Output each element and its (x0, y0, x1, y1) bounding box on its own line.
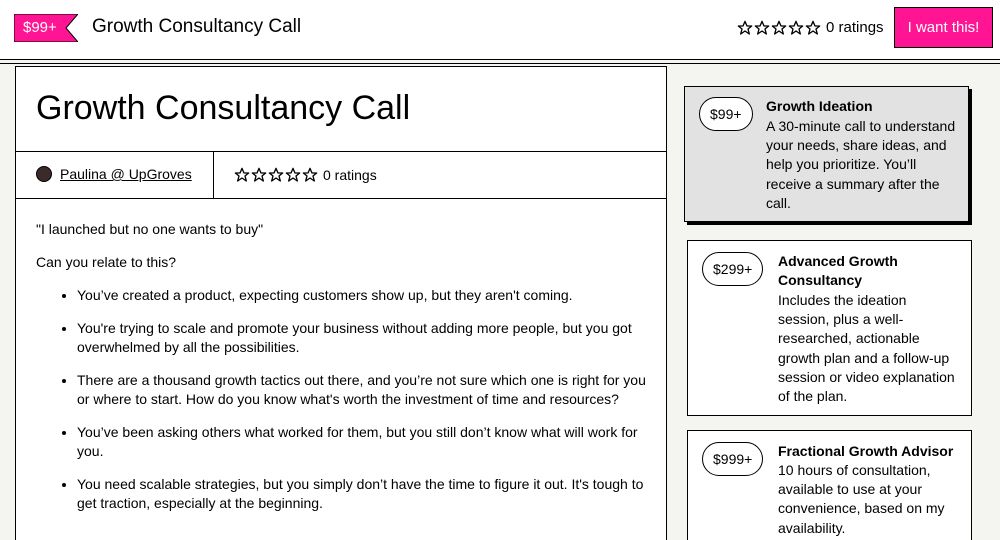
list-item: There are a thousand growth tactics out … (77, 371, 648, 409)
i-want-this-button[interactable]: I want this! (894, 7, 993, 48)
tier-description: A 30-minute call to understand your need… (766, 118, 956, 211)
product-rating: 0 ratings (234, 167, 377, 183)
product-card: Growth Consultancy Call Paulina @ UpGrov… (15, 66, 667, 540)
tier-name: Advanced Growth Consultancy (778, 253, 898, 288)
header-title: Growth Consultancy Call (92, 16, 302, 37)
description-paragraph: "I launched but no one wants to buy" (36, 221, 264, 237)
tier-option-growth-ideation[interactable]: $99+ Growth Ideation A 30-minute call to… (684, 86, 969, 222)
description-paragraph: Can you relate to this? (36, 254, 177, 270)
list-item: You’ve created a product, expecting cust… (77, 286, 648, 305)
tier-description: Includes the ideation session, plus a we… (778, 292, 955, 405)
tier-price: $999+ (702, 442, 764, 476)
rating-stars-icon (737, 20, 821, 36)
header-rating: 0 ratings (737, 19, 884, 36)
divider (213, 151, 214, 198)
divider (16, 151, 666, 152)
author: Paulina @ UpGroves (36, 166, 192, 182)
divider (666, 66, 667, 540)
tier-price: $299+ (702, 252, 764, 286)
product-rating-count: 0 ratings (323, 167, 377, 183)
top-bar: $99+ Growth Consultancy Call 0 ratings I… (0, 0, 1000, 60)
list-item: You're trying to scale and promote your … (77, 319, 648, 357)
pain-points-list: You’ve created a product, expecting cust… (57, 286, 648, 513)
tier-name: Fractional Growth Advisor (778, 443, 954, 459)
tier-option-fractional-growth-advisor[interactable]: $999+ Fractional Growth Advisor 10 hours… (687, 430, 972, 540)
author-link[interactable]: Paulina @ UpGroves (60, 166, 192, 182)
price-badge: $99+ (14, 14, 78, 42)
product-description: "I launched but no one wants to buy" Can… (36, 220, 648, 527)
rating-stars-icon (234, 167, 318, 183)
price-badge-label: $99+ (23, 19, 57, 36)
divider (16, 198, 666, 199)
tier-option-advanced-growth-consultancy[interactable]: $299+ Advanced Growth Consultancy Includ… (687, 240, 972, 416)
avatar (36, 166, 52, 182)
tier-price: $99+ (699, 97, 753, 131)
tier-description: 10 hours of consultation, available to u… (778, 462, 945, 536)
header-rating-count: 0 ratings (826, 19, 884, 36)
list-item: You’ve been asking others what worked fo… (77, 423, 648, 461)
list-item: You need scalable strategies, but you si… (77, 475, 648, 513)
header-divider (0, 63, 1000, 64)
product-title: Growth Consultancy Call (36, 89, 411, 127)
tier-name: Growth Ideation (766, 98, 873, 114)
